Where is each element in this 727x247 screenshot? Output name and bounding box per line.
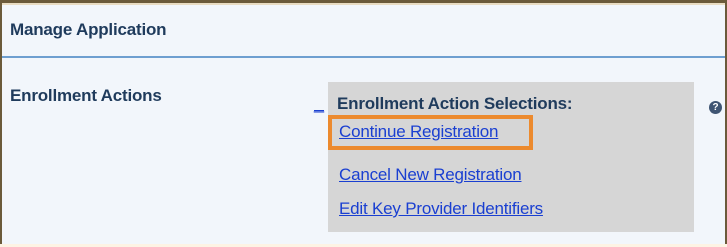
- application-frame: Manage Application Enrollment Actions _ …: [0, 0, 727, 244]
- page-title: Manage Application: [10, 20, 167, 39]
- panel-heading: Enrollment Action Selections:: [337, 94, 573, 113]
- section-header: Manage Application: [2, 5, 725, 58]
- enrollment-actions-row: Enrollment Actions _ Enrollment Action S…: [2, 58, 725, 247]
- enrollment-actions-label: Enrollment Actions: [10, 86, 162, 105]
- enrollment-selections-panel: Enrollment Action Selections: Continue R…: [328, 82, 694, 232]
- help-icon[interactable]: ?: [709, 101, 722, 114]
- edit-key-provider-identifiers-link[interactable]: Edit Key Provider Identifiers: [339, 199, 543, 219]
- continue-registration-link[interactable]: Continue Registration: [339, 122, 498, 142]
- cancel-new-registration-link[interactable]: Cancel New Registration: [339, 165, 522, 185]
- expand-link[interactable]: _: [314, 93, 324, 114]
